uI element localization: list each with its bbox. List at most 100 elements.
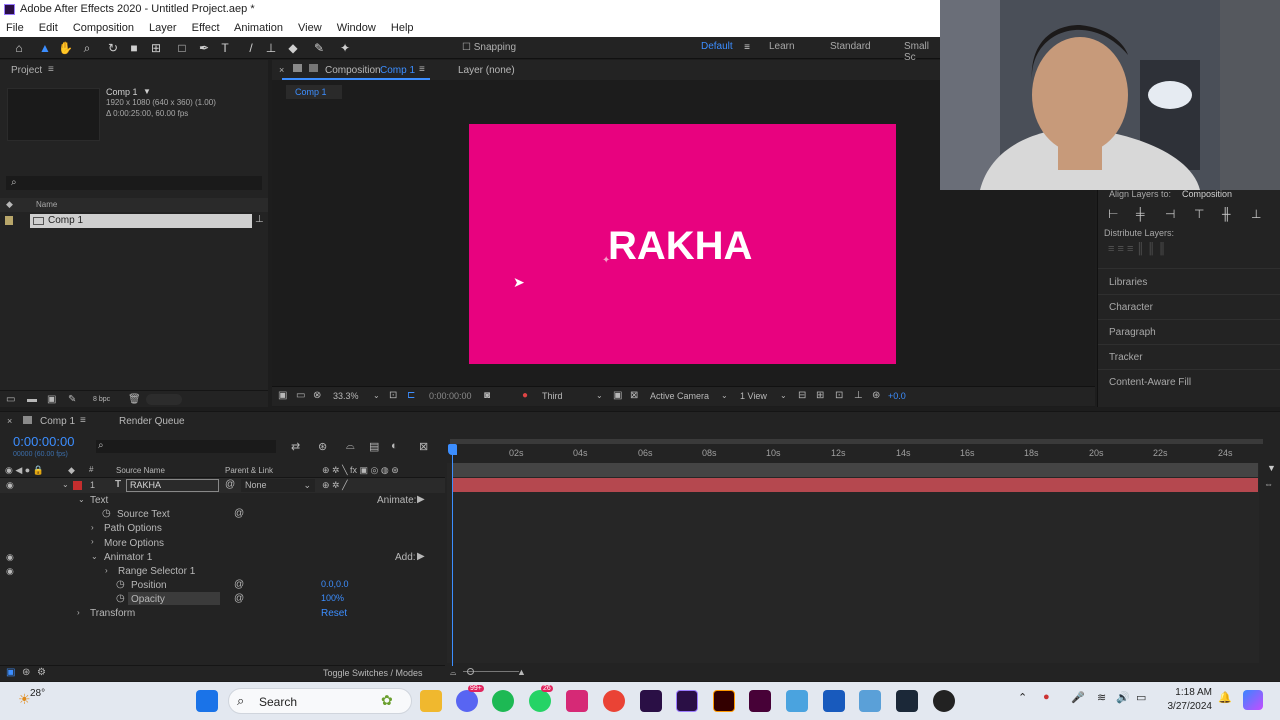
notification-bell-icon[interactable]: 🔔: [1218, 691, 1232, 704]
pickwhip-icon[interactable]: @: [234, 593, 244, 604]
menu-edit[interactable]: Edit: [39, 22, 58, 34]
roi-icon[interactable]: ▣: [613, 390, 622, 401]
monitor-icon[interactable]: ▭: [296, 390, 305, 401]
microphone-icon[interactable]: 🎤: [1071, 691, 1085, 704]
toggle-pixel-icon[interactable]: ⊟: [798, 390, 806, 401]
prop-animator[interactable]: Animator 1: [104, 552, 152, 563]
channel-icon[interactable]: ●: [522, 390, 528, 401]
rotate-tool-icon[interactable]: ↻: [106, 41, 120, 55]
rectangle-tool-icon[interactable]: □: [175, 41, 189, 55]
eye-icon[interactable]: ◉: [6, 480, 14, 491]
prop-text[interactable]: Text: [90, 495, 108, 506]
view-layout-value[interactable]: 1 View: [740, 391, 767, 401]
zoom-value[interactable]: 33.3%: [333, 391, 359, 401]
comp-breadcrumb[interactable]: Comp 1: [286, 85, 342, 99]
timeline-search-input[interactable]: ⌕: [96, 440, 276, 453]
align-vcenter-icon[interactable]: ╫: [1222, 207, 1231, 221]
after-effects-taskbar-icon[interactable]: [676, 690, 698, 712]
menu-layer[interactable]: Layer: [149, 22, 177, 34]
prop-more-options[interactable]: More Options: [104, 538, 164, 549]
comp-mini-flowchart-icon[interactable]: ⇄: [291, 440, 300, 453]
work-area-bar[interactable]: [450, 439, 1263, 444]
exposure-icon[interactable]: ⊛: [872, 390, 880, 401]
camera-tool-icon[interactable]: ■: [127, 41, 141, 55]
prop-path-options[interactable]: Path Options: [104, 523, 162, 534]
align-bottom-icon[interactable]: ⊥: [1251, 207, 1261, 221]
zoom-tool-icon[interactable]: ⌕: [80, 41, 94, 55]
flowchart-icon[interactable]: ⊥: [255, 214, 264, 225]
camera-snapshot-icon[interactable]: ◙: [484, 390, 490, 401]
battery-icon[interactable]: ▭: [1136, 691, 1146, 704]
timeline-zoom-handle[interactable]: [467, 668, 474, 675]
layer-tab[interactable]: Layer (none): [458, 65, 515, 76]
menu-file[interactable]: File: [6, 22, 24, 34]
opacity-value[interactable]: 100%: [321, 593, 344, 603]
switches-pane-icon[interactable]: ⊛: [22, 667, 30, 678]
interpret-footage-icon[interactable]: ▭: [6, 394, 15, 405]
prop-transform[interactable]: Transform: [90, 608, 135, 619]
lock-icon[interactable]: [293, 64, 302, 72]
panel-menu-icon[interactable]: ≡: [48, 64, 54, 75]
premiere-pro-icon[interactable]: [640, 690, 662, 712]
wifi-icon[interactable]: ≋: [1097, 691, 1106, 704]
pickwhip-icon[interactable]: @: [234, 508, 244, 519]
bpc-label[interactable]: 8 bpc: [93, 396, 110, 403]
graph-editor-icon[interactable]: ⊠: [419, 440, 428, 453]
puppet-tool-icon[interactable]: ✦: [338, 41, 352, 55]
expand-arrow-icon[interactable]: ›: [91, 537, 94, 546]
align-right-icon[interactable]: ⊣: [1165, 207, 1175, 221]
current-time[interactable]: 0:00:00:00: [13, 434, 74, 449]
layer-switches-icons[interactable]: ⊕ ✲ ╱: [322, 480, 348, 491]
align-left-icon[interactable]: ⊢: [1108, 207, 1118, 221]
pen-tool-icon[interactable]: ✒: [197, 41, 211, 55]
workspace-standard[interactable]: Standard: [830, 41, 871, 52]
eye-icon[interactable]: ◉: [6, 566, 14, 577]
region-icon[interactable]: ⊏: [407, 390, 415, 401]
hand-tool-icon[interactable]: ✋: [58, 41, 73, 55]
workspace-default[interactable]: Default: [701, 41, 733, 52]
end-marker-icon[interactable]: ▼: [1267, 463, 1276, 473]
menu-help[interactable]: Help: [391, 22, 414, 34]
modes-pane-icon[interactable]: ⚙: [37, 667, 46, 678]
zoom-in-icon[interactable]: ▲: [517, 667, 526, 677]
copilot-icon[interactable]: [1243, 690, 1263, 710]
adjust-icon[interactable]: ✎: [68, 394, 76, 405]
type-tool-icon[interactable]: T: [218, 41, 232, 55]
fit-icon[interactable]: ⊡: [389, 390, 397, 401]
motion-blur-icon[interactable]: ◐: [391, 440, 398, 452]
chevron-down-icon[interactable]: ⌄: [721, 391, 728, 400]
pickwhip-icon[interactable]: @: [225, 479, 235, 490]
render-icon[interactable]: ⊞: [816, 390, 824, 401]
position-value[interactable]: 0.0,0.0: [321, 579, 349, 589]
tray-app-icon[interactable]: ●: [1043, 691, 1050, 703]
panel-menu-icon[interactable]: ≡: [419, 64, 425, 75]
parent-dropdown[interactable]: None ⌄: [241, 479, 315, 492]
windows-start-icon[interactable]: [196, 690, 218, 712]
stopwatch-icon[interactable]: ◷: [102, 508, 111, 519]
home-icon[interactable]: ⌂: [12, 41, 26, 55]
prop-source-text[interactable]: Source Text: [117, 509, 170, 520]
expand-arrow-icon[interactable]: ⌄: [91, 552, 98, 561]
menu-window[interactable]: Window: [337, 22, 376, 34]
exposure-value[interactable]: +0.0: [888, 391, 906, 401]
frame-blending-icon[interactable]: ▤: [369, 440, 379, 453]
column-name[interactable]: Name: [36, 200, 57, 209]
camera-view-value[interactable]: Active Camera: [650, 391, 709, 401]
align-top-icon[interactable]: ⊤: [1194, 207, 1204, 221]
draft-3d-icon[interactable]: ⊛: [318, 440, 327, 453]
expand-arrow-icon[interactable]: ⌄: [78, 495, 85, 504]
panel-menu-icon[interactable]: ≡: [80, 415, 86, 426]
layer-duration-bar[interactable]: [452, 478, 1258, 492]
workspace-learn[interactable]: Learn: [769, 41, 795, 52]
snapping-toggle[interactable]: ☐ Snapping: [462, 41, 516, 55]
steam-icon[interactable]: [896, 690, 918, 712]
chrome-icon[interactable]: [603, 690, 625, 712]
project-item-comp1[interactable]: Comp 1: [30, 214, 252, 228]
volume-icon[interactable]: 🔊: [1116, 691, 1130, 704]
weather-icon[interactable]: ☀: [18, 691, 31, 708]
add-icon[interactable]: ▶: [417, 551, 425, 562]
pan-behind-tool-icon[interactable]: ⊞: [149, 41, 163, 55]
transform-reset-button[interactable]: Reset: [321, 608, 347, 619]
source-name-header[interactable]: Source Name: [116, 466, 165, 475]
spotify-icon[interactable]: [492, 690, 514, 712]
